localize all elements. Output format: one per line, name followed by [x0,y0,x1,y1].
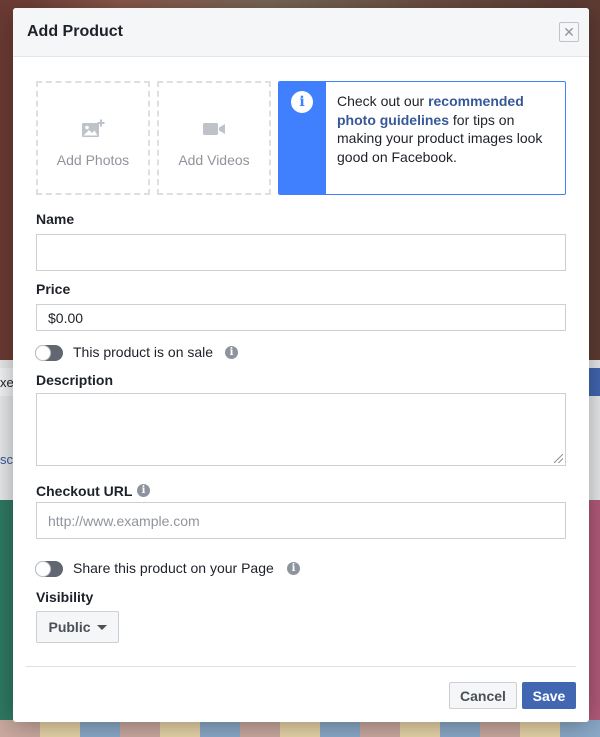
checkout-url-label: Checkout URL [36,483,133,499]
name-label: Name [36,211,75,227]
video-camera-icon [202,119,226,144]
checkout-url-input[interactable] [37,503,565,538]
cancel-button[interactable]: Cancel [449,682,517,709]
visibility-value: Public [48,619,91,635]
description-textarea[interactable] [37,394,565,465]
description-field[interactable] [36,393,566,466]
caret-down-icon [96,624,107,630]
backdrop-text: xe [0,375,14,390]
toggle-knob [36,562,50,576]
price-input[interactable] [37,305,565,330]
share-on-page-toggle[interactable] [35,561,63,577]
notice-icon-bar: i [279,82,326,194]
info-icon: i [291,91,313,113]
dialog-title: Add Product [27,23,123,40]
content-strip [0,720,600,737]
on-sale-info-icon[interactable]: i [225,346,238,359]
dialog-header: Add Product ✕ [13,8,589,57]
on-sale-toggle[interactable] [35,345,63,361]
notice-text: Check out our recommended photo guidelin… [337,92,559,166]
add-photo-icon [81,119,105,144]
save-button[interactable]: Save [522,682,576,709]
checkout-url-info-icon[interactable]: i [137,484,150,497]
photo-guidelines-notice: i Check out our recommended photo guidel… [278,81,566,195]
name-input[interactable] [37,235,565,270]
resize-handle-icon[interactable] [554,454,563,463]
add-videos-label: Add Videos [178,152,250,168]
visibility-label: Visibility [36,589,94,605]
backdrop-link-text: sc [0,452,13,467]
add-product-dialog: Add Product ✕ Add Photos Add Videos i Ch… [13,8,589,722]
footer-divider [26,666,576,667]
notice-text-before: Check out our [337,93,429,109]
checkout-url-field[interactable] [36,502,566,539]
visibility-dropdown[interactable]: Public [36,611,119,643]
share-info-icon[interactable]: i [287,562,300,575]
toggle-knob [36,346,50,360]
price-field[interactable] [36,304,566,331]
close-icon: ✕ [563,23,575,40]
add-photos-label: Add Photos [56,152,130,168]
add-videos-button[interactable]: Add Videos [157,81,271,195]
close-button[interactable]: ✕ [559,22,579,42]
on-sale-label: This product is on sale [73,344,214,360]
share-on-page-label: Share this product on your Page [73,560,274,576]
description-label: Description [36,372,114,388]
add-photos-button[interactable]: Add Photos [36,81,150,195]
name-field[interactable] [36,234,566,271]
price-label: Price [36,281,71,297]
